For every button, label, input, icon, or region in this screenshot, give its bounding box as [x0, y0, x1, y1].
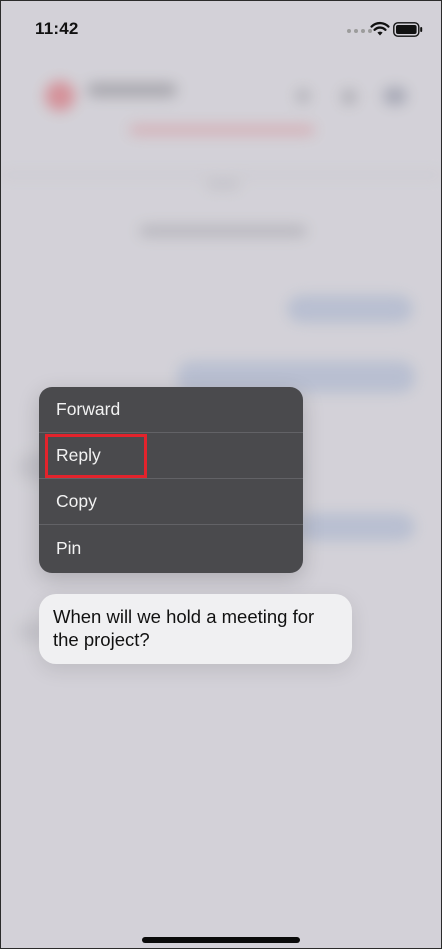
menu-item-copy[interactable]: Copy: [39, 479, 303, 525]
status-bar: 11:42: [1, 1, 441, 57]
menu-item-label: Forward: [56, 399, 121, 419]
cellular-dots-icon: [347, 29, 372, 33]
menu-item-pin[interactable]: Pin: [39, 525, 303, 571]
menu-item-reply[interactable]: Reply: [39, 433, 303, 479]
message-context-menu: Forward Reply Copy Pin: [39, 387, 303, 573]
home-indicator[interactable]: [142, 937, 300, 943]
battery-icon: [393, 22, 423, 37]
menu-item-label: Copy: [56, 491, 97, 511]
selected-message-bubble[interactable]: When will we hold a meeting for the proj…: [39, 594, 352, 664]
wifi-icon: [370, 22, 390, 36]
message-text: When will we hold a meeting for the proj…: [53, 606, 315, 650]
menu-item-label: Pin: [56, 537, 82, 558]
phone-screen: 11:42 Forward Reply Copy Pin When will w…: [0, 0, 442, 949]
status-time: 11:42: [35, 19, 79, 38]
menu-item-label: Reply: [56, 445, 101, 465]
menu-item-forward[interactable]: Forward: [39, 387, 303, 433]
